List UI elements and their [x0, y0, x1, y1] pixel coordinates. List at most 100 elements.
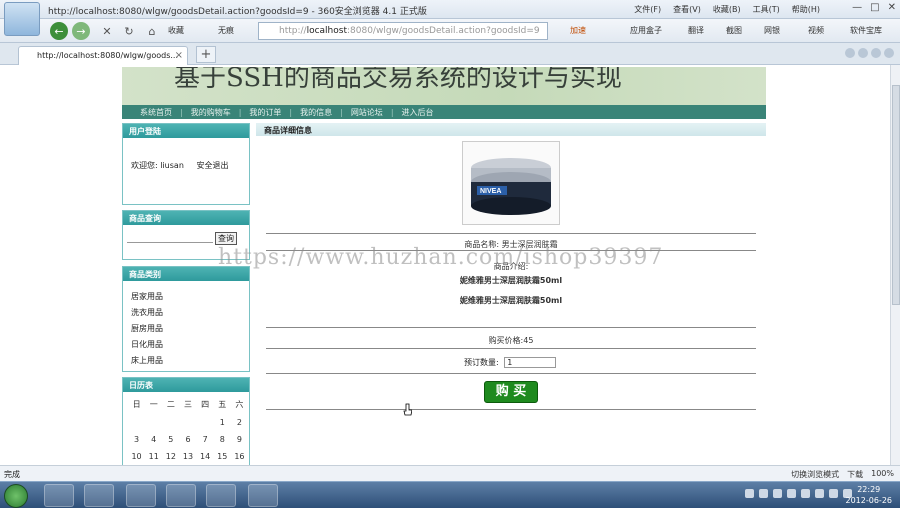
software-button[interactable]: 软件宝库: [850, 25, 882, 36]
apps-button[interactable]: 应用盒子: [630, 25, 662, 36]
stop-button[interactable]: ✕: [98, 22, 116, 40]
screenshot-button[interactable]: 截图: [726, 25, 742, 36]
new-tab-button[interactable]: +: [196, 46, 216, 63]
category-box: 商品类别 居家用品 洗衣用品 厨房用品 日化用品 床上用品: [122, 266, 250, 372]
tab-close-icon[interactable]: ×: [175, 50, 183, 61]
translate-button[interactable]: 翻译: [688, 25, 704, 36]
tray-icon[interactable]: [759, 489, 768, 498]
menu-help[interactable]: 帮助(H): [792, 4, 820, 15]
nav-home[interactable]: 系统首页: [140, 107, 172, 118]
calendar-day[interactable]: 9: [232, 432, 247, 447]
search-input[interactable]: [127, 231, 213, 243]
category-item[interactable]: 厨房用品: [131, 321, 163, 337]
download-button[interactable]: 下载: [847, 469, 863, 480]
product-brand: NIVEA: [480, 188, 501, 195]
calendar-table: 日一二三四五六 12 3456789 10 11 12 13 14 15 16: [127, 394, 249, 465]
category-list: 居家用品 洗衣用品 厨房用品 日化用品 床上用品: [131, 289, 163, 369]
category-item[interactable]: 日化用品: [131, 337, 163, 353]
tray-icon[interactable]: [773, 489, 782, 498]
calendar-day[interactable]: [180, 415, 195, 430]
calendar-day[interactable]: [146, 415, 161, 430]
tray-icon[interactable]: [815, 489, 824, 498]
menu-view[interactable]: 查看(V): [673, 4, 701, 15]
weekday-label: 五: [218, 400, 227, 409]
nav-orders[interactable]: 我的订单: [249, 107, 281, 118]
tray-icon[interactable]: [801, 489, 810, 498]
calendar-day[interactable]: 11: [146, 449, 161, 464]
calendar-day[interactable]: 7: [198, 432, 213, 447]
back-button[interactable]: ←: [50, 22, 68, 40]
buy-button[interactable]: 购 买: [484, 381, 538, 403]
tab-tool-icon[interactable]: [845, 48, 855, 58]
nav-admin[interactable]: 进入后台: [402, 107, 434, 118]
minimize-button[interactable]: —: [852, 2, 862, 13]
tab-tool-icon[interactable]: [858, 48, 868, 58]
taskbar-ie-icon[interactable]: [44, 484, 74, 507]
page-scrollbar[interactable]: [890, 65, 900, 465]
quantity-input[interactable]: 1: [504, 357, 557, 368]
refresh-button[interactable]: ↻: [120, 22, 138, 40]
page-content: 基于SSH的商品交易系统的设计与实现 系统首页 | 我的购物车 | 我的订单 | 我的…: [0, 65, 890, 465]
taskbar-eclipse-icon[interactable]: [206, 484, 236, 507]
nav-cart[interactable]: 我的购物车: [191, 107, 231, 118]
forward-button[interactable]: →: [72, 22, 90, 40]
menu-file[interactable]: 文件(F): [634, 4, 661, 15]
video-button[interactable]: 视频: [808, 25, 824, 36]
close-button[interactable]: ✕: [888, 2, 896, 13]
zoom-level[interactable]: 100%: [871, 469, 894, 480]
calendar-day[interactable]: 4: [146, 432, 161, 447]
address-path: :8080/wlgw/goodsDetail.action?goodsId=9: [346, 26, 540, 36]
clock-date: 2012-06-26: [845, 496, 893, 505]
favorites-button[interactable]: 收藏: [168, 25, 184, 36]
taskbar-app-icon[interactable]: [248, 484, 278, 507]
traceless-button[interactable]: 无痕: [218, 25, 234, 36]
calendar-day[interactable]: 14: [198, 449, 213, 464]
calendar-day[interactable]: 12: [163, 449, 178, 464]
product-image: NIVEA: [462, 141, 560, 225]
tab-goods-detail[interactable]: http://localhost:8080/wlgw/goods... ×: [18, 46, 188, 65]
browse-mode-toggle[interactable]: 切换浏览模式: [791, 469, 839, 480]
taskbar-folder-icon[interactable]: [166, 484, 196, 507]
category-item[interactable]: 居家用品: [131, 289, 163, 305]
taskbar-browser-icon[interactable]: [84, 484, 114, 507]
divider: [266, 409, 756, 410]
menu-tools[interactable]: 工具(T): [753, 4, 780, 15]
address-bar[interactable]: http://localhost:8080/wlgw/goodsDetail.a…: [258, 22, 548, 40]
calendar-day[interactable]: 5: [163, 432, 178, 447]
home-button[interactable]: ⌂: [143, 22, 161, 40]
scrollbar-thumb[interactable]: [892, 85, 900, 305]
hand-cursor-icon: [403, 403, 412, 416]
calendar-day[interactable]: 10: [129, 449, 144, 464]
calendar-day[interactable]: [129, 415, 144, 430]
netbank-button[interactable]: 网银: [764, 25, 780, 36]
calendar-day[interactable]: 13: [180, 449, 195, 464]
taskbar-app-icon[interactable]: [126, 484, 156, 507]
calendar-day[interactable]: 16: [232, 449, 247, 464]
tray-icon[interactable]: [787, 489, 796, 498]
calendar-day[interactable]: 15: [215, 449, 230, 464]
tray-icon[interactable]: [829, 489, 838, 498]
category-item[interactable]: 洗衣用品: [131, 305, 163, 321]
start-button[interactable]: [4, 484, 28, 508]
maximize-button[interactable]: □: [870, 2, 879, 13]
category-item[interactable]: 床上用品: [131, 353, 163, 369]
accelerate-button[interactable]: 加速: [570, 25, 586, 36]
nav-info[interactable]: 我的信息: [300, 107, 332, 118]
calendar-day[interactable]: 3: [129, 432, 144, 447]
tab-tool-icon[interactable]: [884, 48, 894, 58]
logout-link[interactable]: 安全退出: [196, 161, 228, 170]
search-button[interactable]: 查询: [215, 232, 237, 245]
calendar-day[interactable]: [163, 415, 178, 430]
tab-tool-icon[interactable]: [871, 48, 881, 58]
calendar-day[interactable]: 2: [232, 415, 247, 430]
menu-favorites[interactable]: 收藏(B): [713, 4, 741, 15]
calendar-day[interactable]: 6: [180, 432, 195, 447]
clock[interactable]: 22:29 2012-06-26: [846, 484, 893, 506]
calendar-day[interactable]: 1: [215, 415, 230, 430]
calendar-day[interactable]: 8: [215, 432, 230, 447]
tray-icon[interactable]: [745, 489, 754, 498]
product-intro-line: 妮维雅男士深层润肤霜50ml: [459, 296, 563, 305]
taskbar: 22:29 2012-06-26: [0, 481, 900, 508]
nav-forum[interactable]: 网站论坛: [351, 107, 383, 118]
calendar-day[interactable]: [198, 415, 213, 430]
